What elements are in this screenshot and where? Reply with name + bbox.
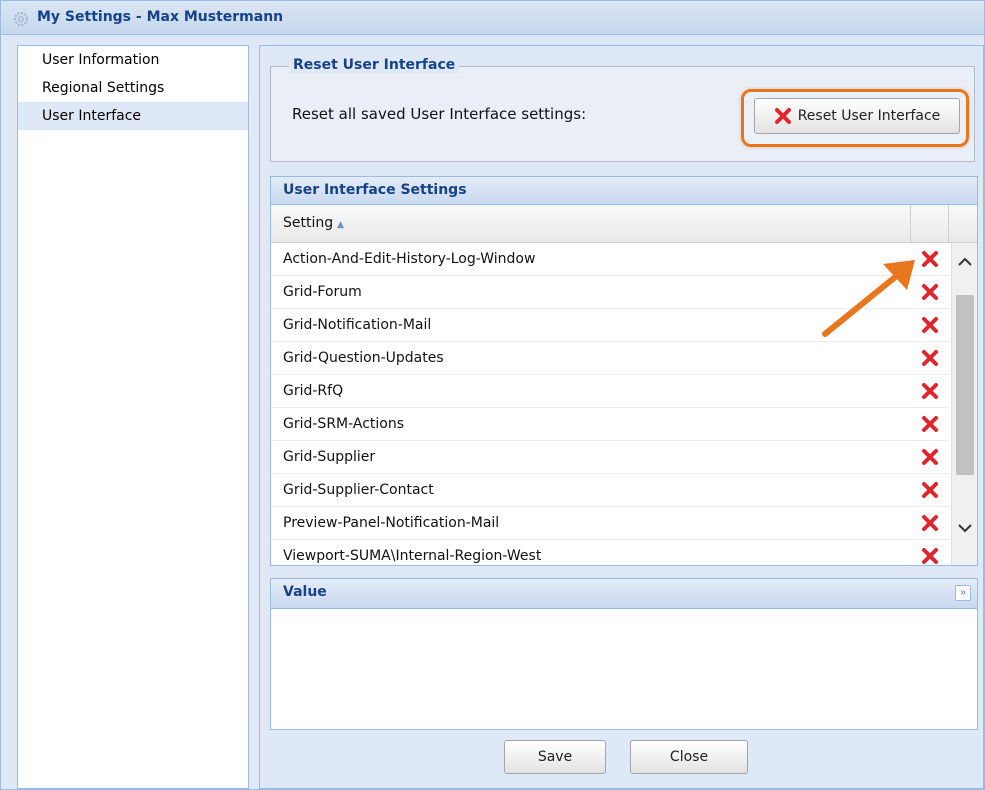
settings-nav: User Information Regional Settings User … xyxy=(17,45,249,789)
grid-scrollbar[interactable] xyxy=(951,243,977,565)
gear-icon xyxy=(13,11,29,27)
value-panel-header: Value » xyxy=(271,579,977,609)
delete-x-icon[interactable] xyxy=(920,381,940,401)
column-header-setting-label: Setting xyxy=(283,215,334,231)
column-header-setting[interactable]: Setting ▲ xyxy=(271,205,911,242)
value-panel-title: Value xyxy=(283,584,327,600)
title-bar: My Settings - Max Mustermann xyxy=(1,1,984,35)
table-row[interactable]: Preview-Panel-Notification-Mail xyxy=(271,507,949,540)
red-x-icon xyxy=(774,107,792,125)
grid-column-header: Setting ▲ xyxy=(271,205,977,243)
grid-header: User Interface Settings xyxy=(271,177,977,205)
grid-rows: Action-And-Edit-History-Log-Window Grid-… xyxy=(271,243,949,565)
settings-window: My Settings - Max Mustermann User Inform… xyxy=(0,0,985,790)
delete-x-icon[interactable] xyxy=(920,414,940,434)
reset-fieldset: Reset User Interface Reset all saved Use… xyxy=(270,57,975,162)
delete-x-icon[interactable] xyxy=(920,315,940,335)
row-setting-name: Grid-Supplier-Contact xyxy=(283,482,434,498)
grid-title: User Interface Settings xyxy=(283,182,467,198)
column-header-action xyxy=(911,205,949,242)
table-row[interactable]: Grid-Supplier-Contact xyxy=(271,474,949,507)
row-setting-name: Grid-Forum xyxy=(283,284,362,300)
table-row[interactable]: Grid-RfQ xyxy=(271,375,949,408)
delete-x-icon[interactable] xyxy=(920,348,940,368)
ui-settings-grid: User Interface Settings Setting ▲ Action-… xyxy=(270,176,978,566)
row-setting-name: Preview-Panel-Notification-Mail xyxy=(283,515,500,531)
window-title: My Settings - Max Mustermann xyxy=(37,9,284,25)
table-row[interactable]: Action-And-Edit-History-Log-Window xyxy=(271,243,949,276)
table-row[interactable]: Grid-Notification-Mail xyxy=(271,309,949,342)
row-setting-name: Grid-SRM-Actions xyxy=(283,416,405,432)
delete-x-icon[interactable] xyxy=(920,249,940,269)
save-button[interactable]: Save xyxy=(504,740,606,774)
row-setting-name: Action-And-Edit-History-Log-Window xyxy=(283,251,536,267)
scroll-up-icon[interactable] xyxy=(952,243,978,281)
row-setting-name: Grid-RfQ xyxy=(283,383,344,399)
table-row[interactable]: Grid-Question-Updates xyxy=(271,342,949,375)
row-setting-name: Grid-Supplier xyxy=(283,449,376,465)
reset-button-label: Reset User Interface xyxy=(797,108,941,124)
row-setting-name: Grid-Question-Updates xyxy=(283,350,444,366)
delete-x-icon[interactable] xyxy=(920,480,940,500)
table-row[interactable]: Viewport-SUMA\Internal-Region-West xyxy=(271,540,949,565)
nav-item-user-information[interactable]: User Information xyxy=(18,46,248,74)
sort-ascending-icon: ▲ xyxy=(337,220,345,230)
main-panel: Reset User Interface Reset all saved Use… xyxy=(259,45,984,789)
reset-label: Reset all saved User Interface settings: xyxy=(292,105,587,123)
nav-item-regional-settings[interactable]: Regional Settings xyxy=(18,74,248,102)
scroll-thumb[interactable] xyxy=(956,295,974,475)
row-setting-name: Viewport-SUMA\Internal-Region-West xyxy=(283,548,542,564)
reset-user-interface-button[interactable]: Reset User Interface xyxy=(754,98,960,134)
table-row[interactable]: Grid-Supplier xyxy=(271,441,949,474)
delete-x-icon[interactable] xyxy=(920,513,940,533)
value-panel: Value » xyxy=(270,578,978,730)
table-row[interactable]: Grid-Forum xyxy=(271,276,949,309)
close-button[interactable]: Close xyxy=(630,740,748,774)
reset-fieldset-legend: Reset User Interface xyxy=(289,57,460,73)
nav-item-user-interface[interactable]: User Interface xyxy=(18,102,248,130)
double-chevron-down-icon[interactable]: » xyxy=(955,585,971,601)
table-row[interactable]: Grid-SRM-Actions xyxy=(271,408,949,441)
delete-x-icon[interactable] xyxy=(920,546,940,565)
scroll-down-icon[interactable] xyxy=(952,509,978,547)
delete-x-icon[interactable] xyxy=(920,282,940,302)
delete-x-icon[interactable] xyxy=(920,447,940,467)
row-setting-name: Grid-Notification-Mail xyxy=(283,317,432,333)
